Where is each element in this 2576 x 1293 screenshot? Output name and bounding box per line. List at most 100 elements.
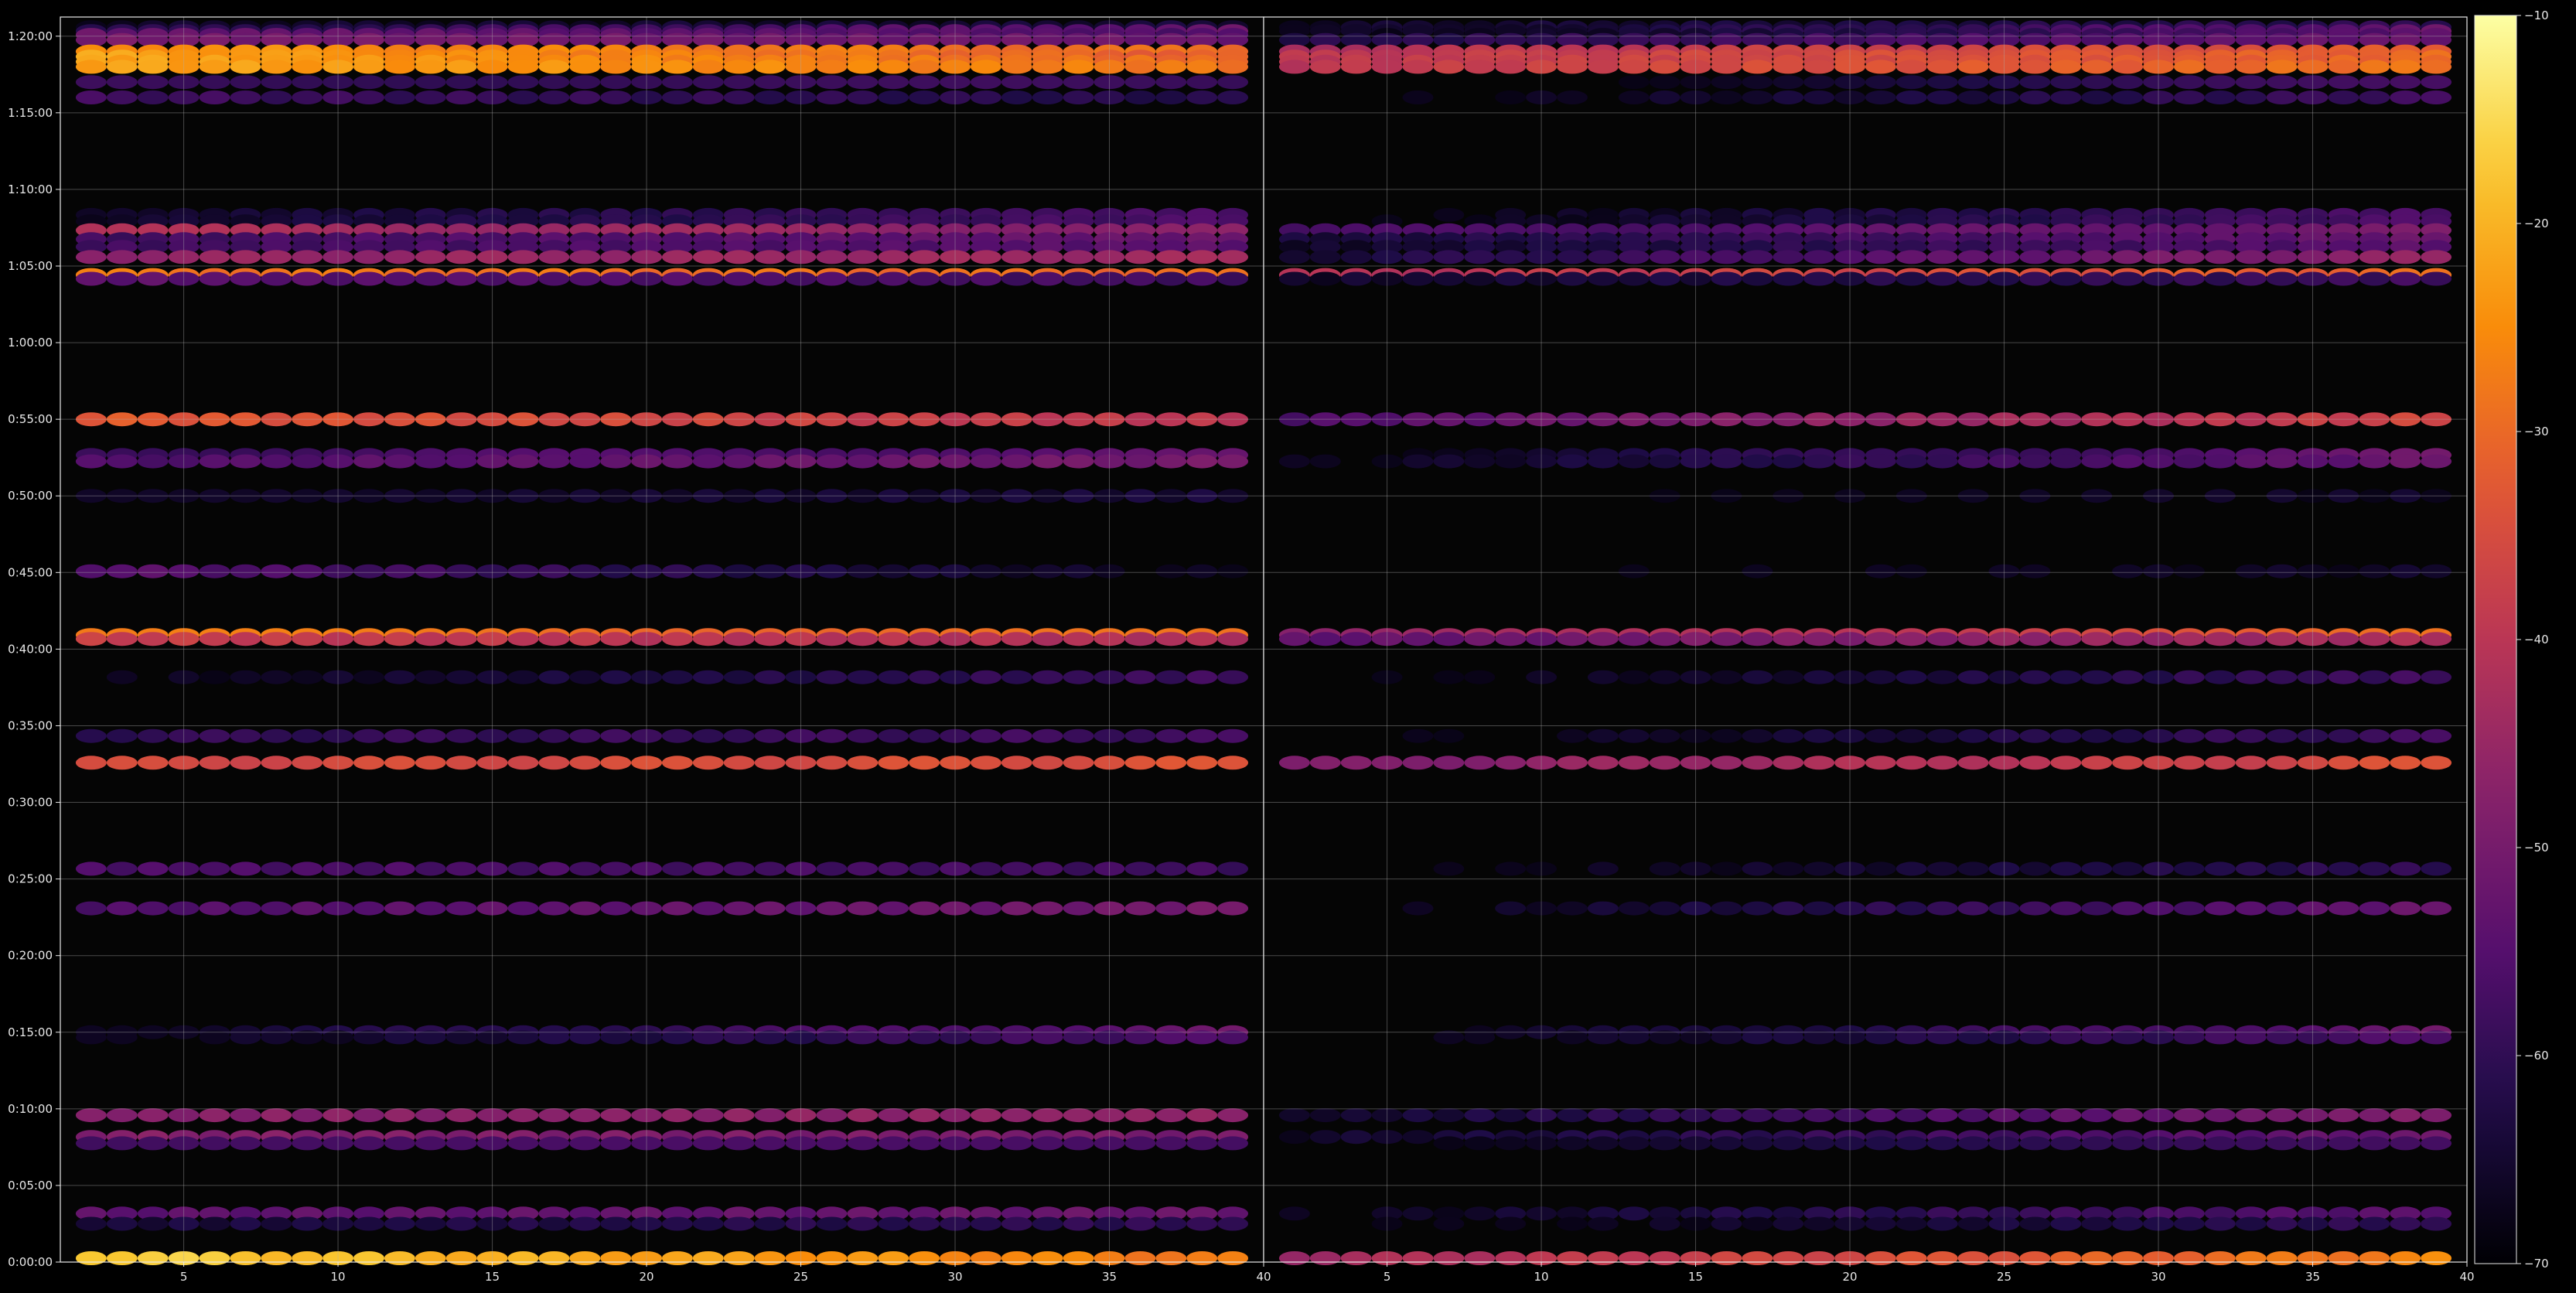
y-tick-label: 0:25:00 bbox=[8, 872, 53, 886]
cell bbox=[415, 90, 446, 104]
cell bbox=[909, 1251, 940, 1265]
cell bbox=[661, 75, 693, 90]
cell bbox=[723, 271, 755, 286]
cell bbox=[1032, 90, 1063, 104]
cell bbox=[2173, 271, 2205, 286]
cell bbox=[970, 901, 1001, 916]
cell bbox=[1217, 670, 1249, 684]
cell bbox=[1433, 250, 1465, 264]
cell bbox=[1926, 728, 1958, 743]
cell bbox=[1464, 756, 1496, 770]
cell bbox=[2235, 861, 2267, 876]
cell bbox=[847, 90, 879, 104]
cell bbox=[2359, 454, 2390, 469]
colorbar-tick-label: −70 bbox=[2524, 1257, 2549, 1271]
cell bbox=[1557, 1136, 1588, 1151]
cell bbox=[1402, 1130, 1434, 1145]
cell bbox=[261, 632, 292, 646]
cell bbox=[600, 756, 632, 770]
cell bbox=[2328, 250, 2359, 264]
cell bbox=[2390, 271, 2421, 286]
cell bbox=[1217, 564, 1249, 578]
cell bbox=[1001, 75, 1032, 90]
cell bbox=[1618, 250, 1650, 264]
cell bbox=[1865, 901, 1896, 916]
cell bbox=[1742, 1251, 1773, 1265]
cell bbox=[878, 60, 909, 74]
cell bbox=[1433, 1216, 1465, 1231]
cell bbox=[2421, 454, 2452, 469]
cell bbox=[1464, 271, 1496, 286]
cell bbox=[816, 901, 848, 916]
cell bbox=[692, 728, 724, 743]
cell bbox=[1649, 1216, 1680, 1231]
cell bbox=[1217, 90, 1249, 104]
cell bbox=[1155, 632, 1187, 646]
cell bbox=[1433, 454, 1465, 469]
cell bbox=[2173, 564, 2205, 578]
cell bbox=[1433, 670, 1465, 684]
cell bbox=[1155, 75, 1187, 90]
cell bbox=[1557, 1251, 1588, 1265]
cell bbox=[692, 271, 724, 286]
cell bbox=[1895, 901, 1927, 916]
cell bbox=[261, 250, 292, 264]
cell bbox=[1124, 1108, 1156, 1123]
cell bbox=[1124, 670, 1156, 684]
cell bbox=[1186, 1216, 1218, 1231]
cell bbox=[2204, 1108, 2236, 1123]
cell bbox=[692, 861, 724, 876]
cell bbox=[1587, 271, 1619, 286]
cell bbox=[106, 271, 138, 286]
cell bbox=[199, 1108, 230, 1123]
cell bbox=[261, 670, 292, 684]
cell bbox=[1649, 1251, 1680, 1265]
cell bbox=[1309, 1108, 1341, 1123]
cell bbox=[1772, 1251, 1804, 1265]
cell bbox=[1001, 901, 1032, 916]
cell bbox=[2235, 250, 2267, 264]
cell bbox=[723, 454, 755, 469]
cell bbox=[2328, 1251, 2359, 1265]
cell bbox=[1957, 60, 1989, 74]
cell bbox=[1618, 564, 1650, 578]
cell bbox=[538, 861, 570, 876]
cell bbox=[1155, 1108, 1187, 1123]
cell bbox=[909, 756, 940, 770]
cell bbox=[1618, 1108, 1650, 1123]
cell bbox=[2235, 1136, 2267, 1151]
cell bbox=[2173, 670, 2205, 684]
x-tick-label: 20 bbox=[640, 1270, 654, 1284]
cell bbox=[230, 564, 261, 578]
cell bbox=[1772, 1108, 1804, 1123]
cell bbox=[2359, 90, 2390, 104]
cell bbox=[2390, 1108, 2421, 1123]
cell bbox=[106, 1108, 138, 1123]
cell bbox=[106, 250, 138, 264]
cell bbox=[137, 271, 169, 286]
cell bbox=[137, 1216, 169, 1231]
cell bbox=[1895, 75, 1927, 90]
cell bbox=[1618, 1251, 1650, 1265]
cell bbox=[1649, 1108, 1680, 1123]
cell bbox=[909, 901, 940, 916]
cell bbox=[2421, 670, 2452, 684]
cell bbox=[1155, 1136, 1187, 1151]
cell bbox=[261, 75, 292, 90]
cell bbox=[1433, 728, 1465, 743]
cell bbox=[1926, 75, 1958, 90]
cell bbox=[1865, 728, 1896, 743]
cell bbox=[569, 60, 601, 74]
cell bbox=[384, 271, 415, 286]
cell bbox=[1001, 861, 1032, 876]
cell bbox=[909, 670, 940, 684]
cell bbox=[445, 454, 477, 469]
cell bbox=[661, 271, 693, 286]
cell bbox=[816, 632, 848, 646]
y-tick-label: 0:35:00 bbox=[8, 718, 53, 732]
cell bbox=[878, 756, 909, 770]
cell bbox=[292, 564, 323, 578]
cell bbox=[2266, 670, 2298, 684]
cell bbox=[353, 1136, 384, 1151]
cell bbox=[2019, 90, 2051, 104]
